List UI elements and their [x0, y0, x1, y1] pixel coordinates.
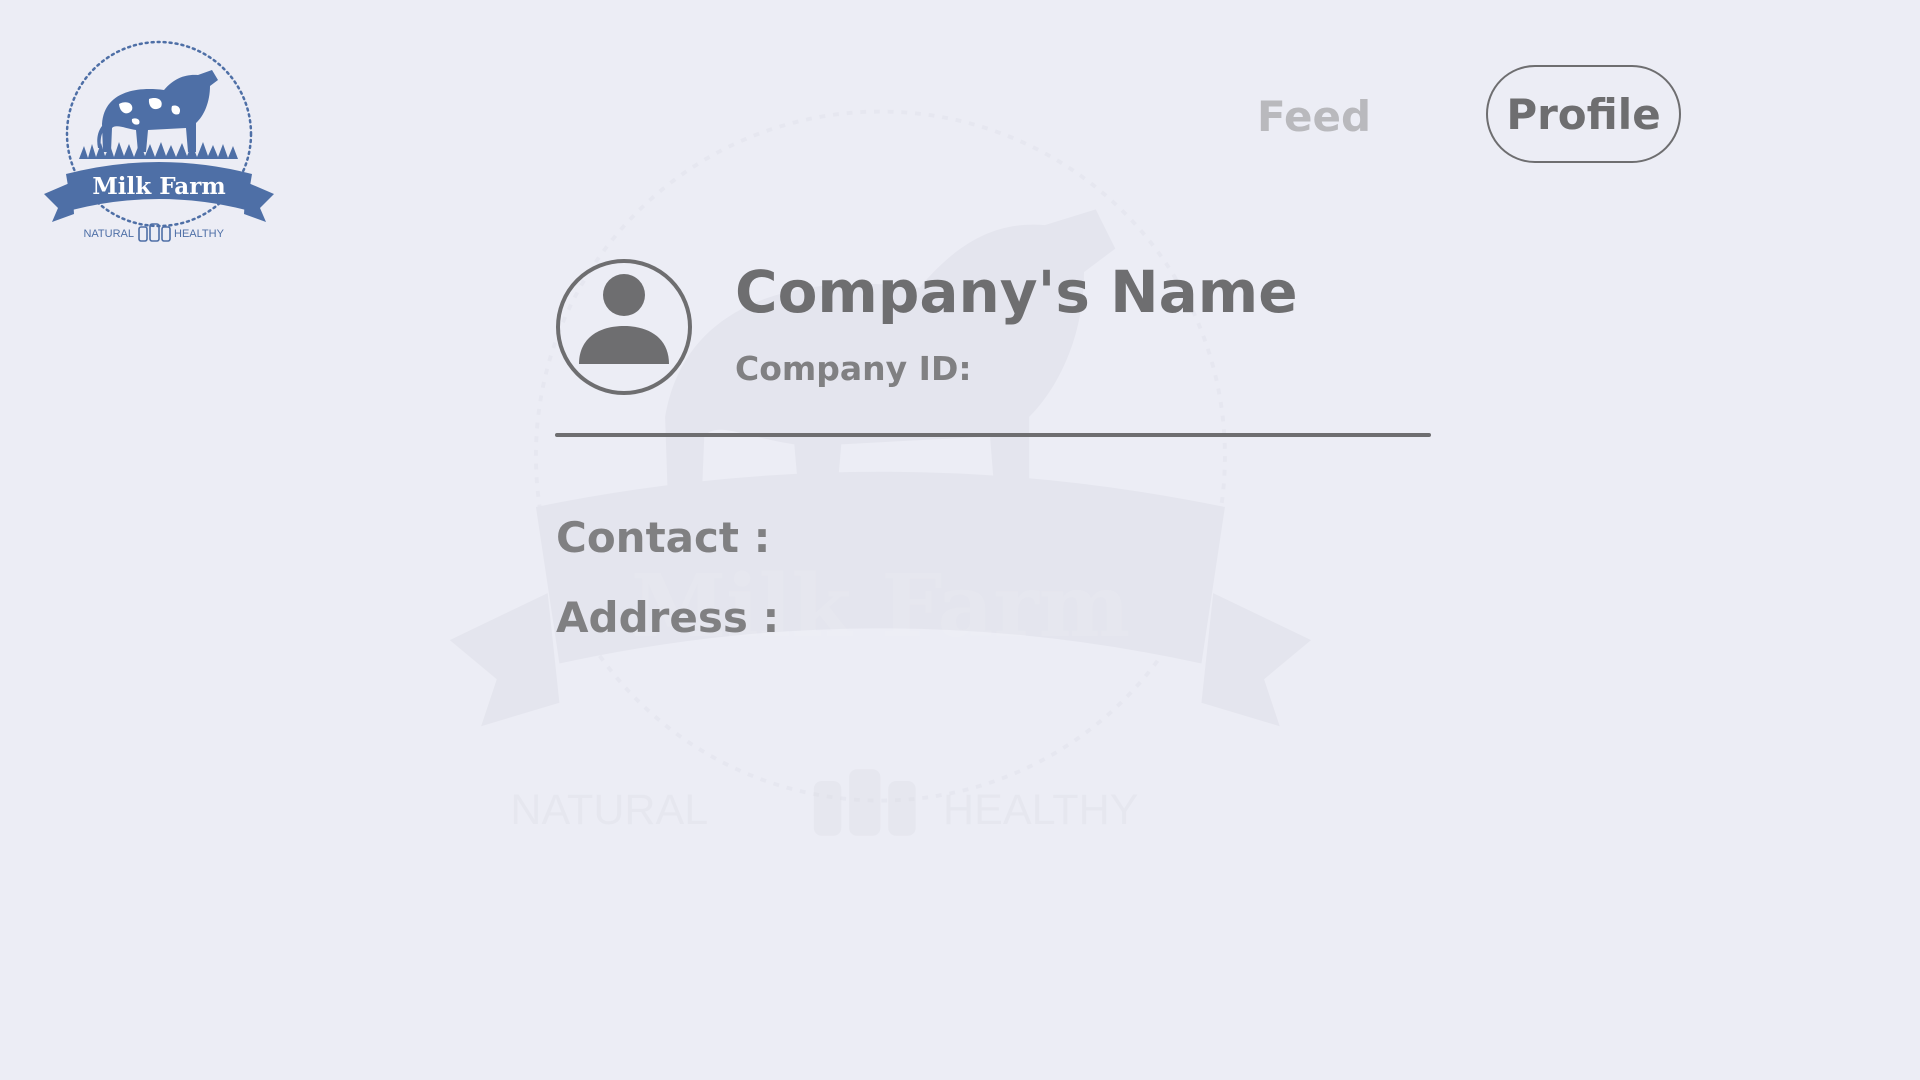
header-divider: [555, 433, 1431, 437]
milk-bottles-icon: [138, 223, 171, 242]
logo-watermark: Milk Farm NATURAL HEALTHY: [449, 109, 1312, 836]
watermark-tagline-left: NATURAL: [510, 786, 708, 834]
address-label: Address :: [556, 593, 780, 642]
logo-tagline-left: NATURAL: [83, 228, 134, 240]
company-name-heading: Company's Name: [735, 258, 1298, 326]
company-id-label: Company ID:: [735, 349, 972, 388]
user-avatar-icon[interactable]: [555, 258, 693, 396]
logo-brand-text: Milk Farm: [92, 173, 225, 200]
logo-tagline-right: HEALTHY: [174, 228, 225, 240]
nav-feed-link[interactable]: Feed: [1236, 88, 1392, 144]
milk-farm-logo[interactable]: Milk Farm NATURAL HEALTHY: [24, 24, 294, 259]
cow-icon: [97, 70, 218, 152]
watermark-tagline-right: HEALTHY: [943, 786, 1138, 834]
profile-page: Milk Farm NATURAL HEALTHY Milk Farm NATU…: [0, 0, 1920, 1080]
nav-profile-button[interactable]: Profile: [1486, 65, 1681, 163]
contact-label: Contact :: [556, 513, 771, 562]
